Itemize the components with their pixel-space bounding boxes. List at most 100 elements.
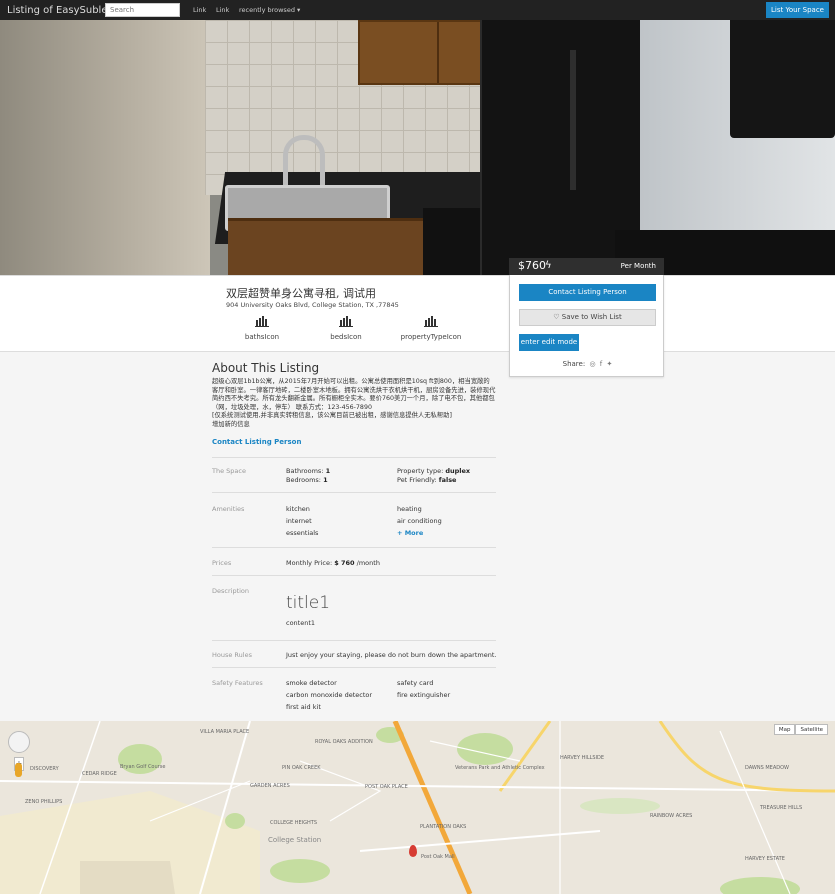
hero-fridge-handle [570, 50, 576, 190]
price-period: Per Month [620, 262, 656, 270]
property-type-value: duplex [445, 467, 471, 475]
prices-label: Prices [212, 559, 232, 567]
facebook-icon[interactable]: f [600, 360, 602, 368]
recently-browsed-dropdown[interactable]: recently browsed ▾ [239, 0, 300, 20]
feature-property-type: propertyTypeIcon [391, 316, 471, 341]
monthly-price-unit: /month [356, 559, 380, 567]
feature-beds-label: bedsIcon [330, 333, 362, 341]
instagram-icon[interactable]: ◎ [589, 360, 595, 368]
location-pin-icon[interactable] [409, 845, 417, 857]
pet-friendly-value: false [438, 476, 457, 484]
contact-listing-button[interactable]: Contact Listing Person [519, 284, 656, 301]
map-label: Post Oak Mall [421, 854, 455, 860]
map-label: RAINBOW ACRES [650, 813, 693, 819]
map-label: DAWNS MEADOW [745, 765, 789, 771]
bathrooms-row: Bathrooms: 1 [286, 467, 330, 475]
share-row: Share: ◎ f ✦ [510, 360, 665, 368]
pet-friendly-key: Pet Friendly: [397, 476, 437, 484]
hero-faucet [283, 135, 325, 187]
map-label: HARVEY HILLSIDE [560, 755, 605, 761]
enter-edit-mode-button[interactable]: enter edit mode [519, 334, 579, 351]
booking-card: Contact Listing Person ♡ Save to Wish Li… [509, 275, 664, 377]
map-label: PIN OAK CREEK [282, 765, 321, 771]
divider [212, 575, 496, 576]
map-label: CEDAR RIDGE [82, 771, 117, 777]
map-canvas [0, 721, 835, 894]
bolt-icon: ϟ [545, 260, 552, 271]
house-rules-label: House Rules [212, 651, 252, 659]
map-label: POST OAK PLACE [365, 784, 408, 790]
map-label: VILLA MARIA PLACE [200, 729, 250, 735]
map-label: GARDEN ACRES [250, 783, 290, 789]
hero-lower-cabinet [228, 218, 423, 275]
safety-item: fire extinguisher [397, 691, 451, 699]
monthly-price-value: $ 760 [334, 559, 355, 567]
map-pan-control[interactable] [8, 731, 30, 753]
map-label: Veterans Park and Athletic Complex [455, 765, 545, 771]
bar-chart-icon [424, 316, 438, 327]
monthly-price-row: Monthly Price: $ 760 /month [286, 559, 380, 567]
nav-link-1[interactable]: Link [193, 0, 206, 20]
amenity-item: kitchen [286, 505, 310, 513]
brand-link[interactable]: Listing of EasySublease [7, 5, 125, 16]
about-description: 超级心双层1b1b公寓，从2015年7月开始可以出租。公寓总使用面积是10sq … [212, 378, 496, 428]
map-label: TREASURE HILLS [760, 805, 803, 811]
map-label: DISCOVERY [30, 766, 59, 772]
monthly-price-key: Monthly Price: [286, 559, 333, 567]
street-view-pegman-icon[interactable] [15, 763, 22, 777]
bathrooms-key: Bathrooms: [286, 467, 324, 475]
feature-property-type-label: propertyTypeIcon [400, 333, 462, 341]
nav-link-2[interactable]: Link [216, 0, 229, 20]
contact-listing-link[interactable]: Contact Listing Person [212, 438, 301, 446]
map-label: Bryan Golf Course [120, 764, 166, 770]
property-type-key: Property type: [397, 467, 444, 475]
list-your-space-button[interactable]: List Your Space [766, 2, 829, 18]
amenity-item: heating [397, 505, 422, 513]
map-type-map[interactable]: Map [773, 724, 796, 735]
search-input[interactable] [105, 3, 180, 17]
feature-baths: bathsIcon [222, 316, 302, 341]
amenity-item: internet [286, 517, 312, 525]
pet-friendly-row: Pet Friendly: false [397, 476, 456, 484]
bar-chart-icon [255, 316, 269, 327]
navbar: Listing of EasySublease Link Link recent… [0, 0, 835, 20]
hero-microwave [730, 20, 835, 138]
amenity-item: essentials [286, 529, 319, 537]
save-to-wishlist-button[interactable]: ♡ Save to Wish List [519, 309, 656, 326]
map-type-satellite[interactable]: Satellite [795, 724, 828, 735]
safety-item: first aid kit [286, 703, 321, 711]
house-rules-text: Just enjoy your staying, please do not b… [286, 651, 497, 659]
price-value: $760 [518, 259, 546, 272]
safety-item: safety card [397, 679, 434, 687]
amenities-label: Amenities [212, 505, 245, 513]
about-heading: About This Listing [212, 361, 320, 375]
map-city-label: College Station [268, 836, 322, 844]
map-type-toggle: Map Satellite [773, 724, 828, 735]
bedrooms-row: Bedrooms: 1 [286, 476, 328, 484]
bedrooms-value: 1 [323, 476, 328, 484]
map-label: PLANTATION OAKS [420, 824, 467, 830]
location-map[interactable]: Map Satellite + VILLA MARIA PLACE ROYAL … [0, 721, 835, 894]
amenities-more-link[interactable]: + More [397, 529, 423, 537]
twitter-icon[interactable]: ✦ [606, 360, 612, 368]
share-label: Share: [562, 360, 586, 368]
hero-wall-left [0, 20, 210, 275]
divider [212, 492, 496, 493]
feature-beds: bedsIcon [306, 316, 386, 341]
divider [212, 547, 496, 548]
listing-address: 904 University Oaks Blvd, College Statio… [226, 301, 399, 309]
listing-title: 双层超赞单身公寓寻租, 调试用 [226, 287, 376, 300]
property-type-row: Property type: duplex [397, 467, 470, 475]
divider [212, 640, 496, 641]
divider [212, 667, 496, 668]
map-label: COLLEGE HEIGHTS [270, 820, 318, 826]
amenity-item: air conditiong [397, 517, 442, 525]
description-label: Description [212, 587, 250, 595]
space-label: The Space [212, 467, 246, 475]
bar-chart-icon [339, 316, 353, 327]
feature-baths-label: bathsIcon [244, 333, 280, 341]
safety-item: carbon monoxide detector [286, 691, 373, 699]
safety-label: Safety Features [212, 679, 263, 687]
safety-item: smoke detector [286, 679, 337, 687]
divider [212, 457, 496, 458]
